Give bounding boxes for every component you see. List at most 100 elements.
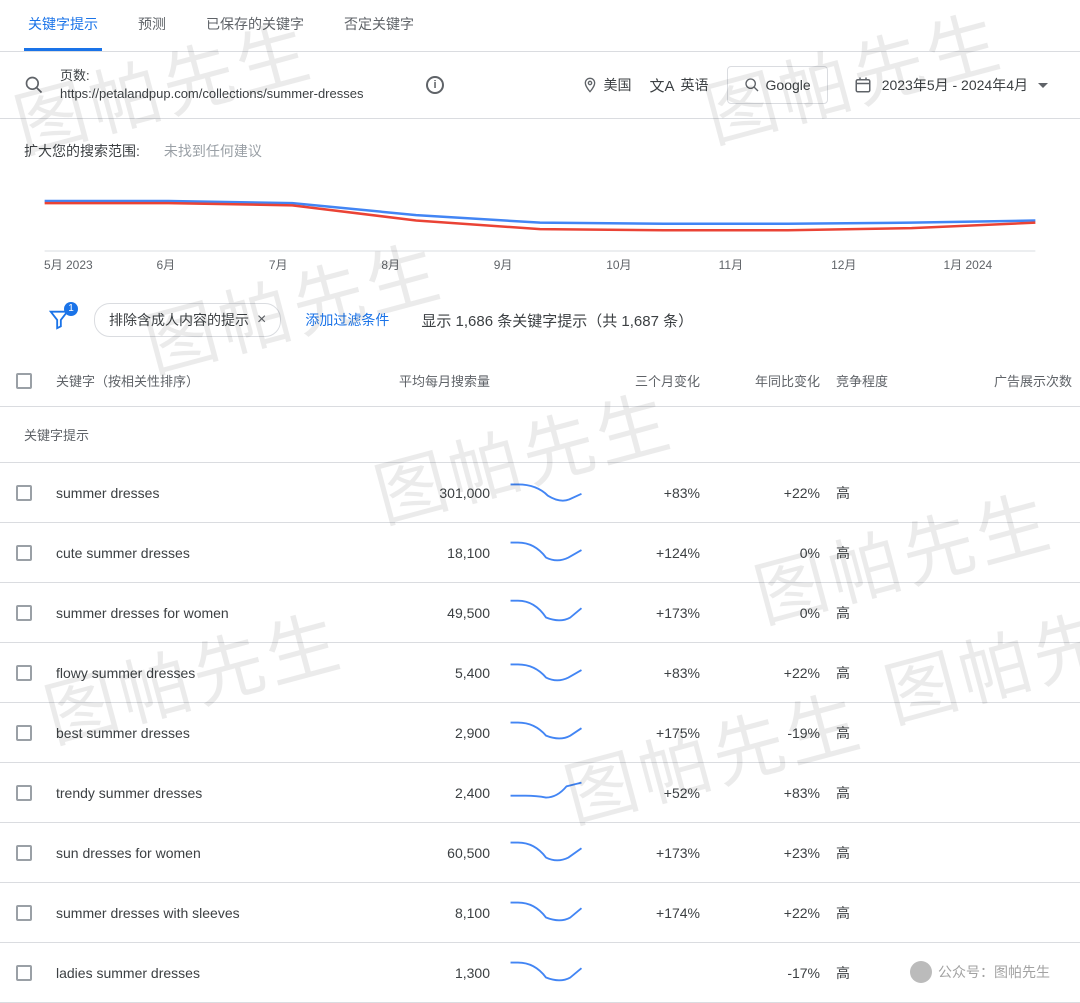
cell-competition: 高: [828, 903, 948, 923]
cell-volume: 2,400: [368, 785, 498, 801]
row-checkbox[interactable]: [0, 965, 48, 981]
table-header-row: 关键字（按相关性排序） 平均每月搜索量 三个月变化 年同比变化 竞争程度 广告展…: [0, 355, 1080, 407]
filters-right: 美国 文A 英语 Google 2023年5月 - 2024年4月: [582, 66, 1056, 104]
axis-tick: 8月: [381, 256, 493, 273]
date-range-filter[interactable]: 2023年5月 - 2024年4月: [846, 69, 1056, 101]
language-filter[interactable]: 文A 英语: [650, 75, 709, 96]
tab-negative[interactable]: 否定关键字: [340, 0, 418, 51]
cell-yoy: +23%: [708, 845, 828, 861]
cell-3mo: +174%: [588, 905, 708, 921]
cell-keyword: ladies summer dresses: [48, 965, 368, 981]
col-competition[interactable]: 竞争程度: [828, 371, 948, 390]
cell-yoy: -19%: [708, 725, 828, 741]
cell-yoy: +83%: [708, 785, 828, 801]
network-filter[interactable]: Google: [727, 66, 828, 104]
cell-sparkline: [498, 657, 588, 688]
filter-chip-adult[interactable]: 排除含成人内容的提示 ×: [94, 303, 281, 337]
cell-volume: 5,400: [368, 665, 498, 681]
row-checkbox[interactable]: [0, 545, 48, 561]
table-row[interactable]: sun dresses for women60,500+173%+23%高: [0, 823, 1080, 883]
row-checkbox[interactable]: [0, 485, 48, 501]
cell-volume: 301,000: [368, 485, 498, 501]
axis-tick: 1月 2024: [944, 256, 1056, 273]
search-icon: [24, 75, 44, 95]
broaden-search-row: 扩大您的搜索范围: 未找到任何建议: [0, 119, 1080, 183]
table-row[interactable]: best summer dresses2,900+175%-19%高: [0, 703, 1080, 763]
row-checkbox[interactable]: [0, 605, 48, 621]
location-filter[interactable]: 美国: [582, 75, 632, 95]
cell-keyword: flowy summer dresses: [48, 665, 368, 681]
result-count: 显示 1,686 条关键字提示（共 1,687 条）: [421, 310, 693, 331]
cell-sparkline: [498, 597, 588, 628]
table-body: summer dresses301,000+83%+22%高cute summe…: [0, 463, 1080, 1003]
row-checkbox[interactable]: [0, 665, 48, 681]
trend-chart: 5月 20236月7月8月9月10月11月12月1月 2024: [0, 183, 1080, 285]
row-checkbox[interactable]: [0, 845, 48, 861]
cell-volume: 8,100: [368, 905, 498, 921]
cell-sparkline: [498, 537, 588, 568]
filter-funnel-button[interactable]: 1: [48, 308, 70, 333]
cell-competition: 高: [828, 843, 948, 863]
cell-sparkline: [498, 837, 588, 868]
search-label: 页数:: [60, 67, 410, 85]
col-yoy[interactable]: 年同比变化: [708, 371, 828, 390]
cell-yoy: 0%: [708, 605, 828, 621]
axis-tick: 7月: [269, 256, 381, 273]
search-url: https://petalandpup.com/collections/summ…: [60, 85, 410, 103]
tab-saved[interactable]: 已保存的关键字: [202, 0, 308, 51]
info-icon[interactable]: i: [426, 76, 444, 94]
table-row[interactable]: trendy summer dresses2,400+52%+83%高: [0, 763, 1080, 823]
axis-tick: 12月: [831, 256, 943, 273]
cell-yoy: +22%: [708, 485, 828, 501]
cell-yoy: -17%: [708, 965, 828, 981]
col-volume[interactable]: 平均每月搜索量: [368, 371, 498, 390]
row-checkbox[interactable]: [0, 905, 48, 921]
filter-bar: 1 排除含成人内容的提示 × 添加过滤条件 显示 1,686 条关键字提示（共 …: [0, 285, 1080, 355]
cell-3mo: +173%: [588, 605, 708, 621]
col-impressions[interactable]: 广告展示次数: [948, 371, 1080, 390]
search-box[interactable]: 页数: https://petalandpup.com/collections/…: [24, 67, 444, 103]
chip-label: 排除含成人内容的提示: [109, 310, 249, 330]
row-checkbox[interactable]: [0, 785, 48, 801]
cell-keyword: trendy summer dresses: [48, 785, 368, 801]
axis-tick: 11月: [719, 256, 831, 273]
tab-keyword-ideas[interactable]: 关键字提示: [24, 0, 102, 51]
cell-keyword: best summer dresses: [48, 725, 368, 741]
translate-icon: 文A: [650, 75, 675, 96]
cell-competition: 高: [828, 483, 948, 503]
table-row[interactable]: summer dresses with sleeves8,100+174%+22…: [0, 883, 1080, 943]
col-keyword[interactable]: 关键字（按相关性排序）: [48, 371, 368, 390]
cell-3mo: +52%: [588, 785, 708, 801]
cell-sparkline: [498, 717, 588, 748]
cell-competition: 高: [828, 603, 948, 623]
calendar-icon: [854, 76, 872, 94]
tab-forecast[interactable]: 预测: [134, 0, 170, 51]
cell-3mo: +173%: [588, 845, 708, 861]
tabs-bar: 关键字提示 预测 已保存的关键字 否定关键字: [0, 0, 1080, 52]
cell-competition: 高: [828, 543, 948, 563]
search-row: 页数: https://petalandpup.com/collections/…: [0, 52, 1080, 119]
axis-tick: 9月: [494, 256, 606, 273]
cell-keyword: cute summer dresses: [48, 545, 368, 561]
cell-yoy: 0%: [708, 545, 828, 561]
table-row[interactable]: flowy summer dresses5,400+83%+22%高: [0, 643, 1080, 703]
credit: 公众号：图帕先生: [910, 961, 1050, 983]
col-3mo[interactable]: 三个月变化: [588, 371, 708, 390]
cell-keyword: summer dresses with sleeves: [48, 905, 368, 921]
header-checkbox[interactable]: [0, 373, 48, 389]
location-label: 美国: [604, 75, 632, 95]
table-row[interactable]: summer dresses301,000+83%+22%高: [0, 463, 1080, 523]
table-row[interactable]: cute summer dresses18,100+124%0%高: [0, 523, 1080, 583]
cell-volume: 18,100: [368, 545, 498, 561]
add-filter-button[interactable]: 添加过滤条件: [305, 310, 389, 330]
cell-yoy: +22%: [708, 665, 828, 681]
chevron-down-icon: [1038, 83, 1048, 88]
table-row[interactable]: summer dresses for women49,500+173%0%高: [0, 583, 1080, 643]
broaden-empty: 未找到任何建议: [164, 141, 262, 161]
section-header: 关键字提示: [0, 407, 1080, 463]
axis-tick: 6月: [156, 256, 268, 273]
cell-sparkline: [498, 477, 588, 508]
row-checkbox[interactable]: [0, 725, 48, 741]
chip-remove-icon[interactable]: ×: [257, 311, 266, 329]
cell-volume: 2,900: [368, 725, 498, 741]
